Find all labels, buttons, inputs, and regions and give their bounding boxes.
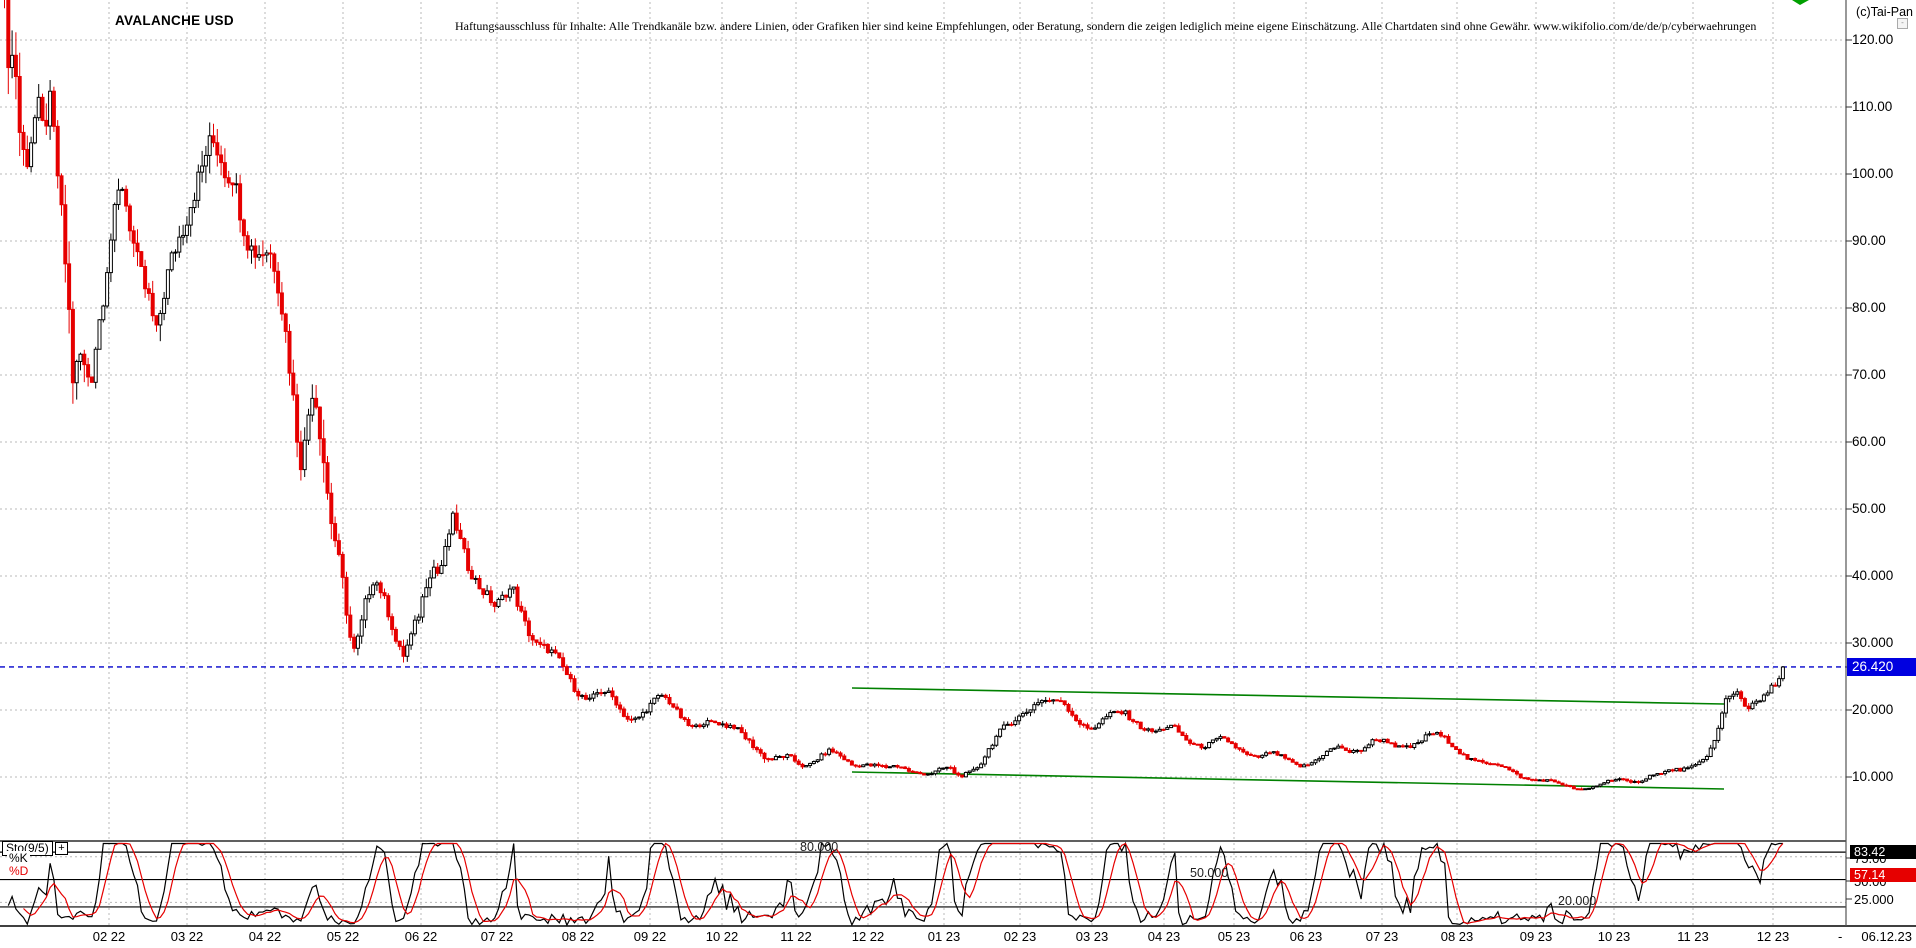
time-axis-dash: -: [1838, 929, 1843, 944]
price-tick-label: 10.000: [1852, 769, 1894, 784]
price-tick-label: 60.00: [1852, 434, 1886, 449]
green-marker-icon: [1792, 0, 1809, 5]
month-label: 09 23: [1519, 929, 1553, 944]
price-tick-label: 90.00: [1852, 233, 1886, 248]
sto-expand-icon[interactable]: +: [55, 842, 68, 855]
copyright-label: (c)Tai-Pan: [1856, 5, 1913, 19]
sto-level-label: 20.000: [1558, 894, 1597, 908]
month-label: 12 23: [1756, 929, 1790, 944]
month-label: 11 23: [1677, 929, 1709, 944]
price-tick-label: 80.00: [1852, 300, 1886, 315]
month-label: 10 23: [1597, 929, 1631, 944]
month-label: 12 22: [851, 929, 885, 944]
month-label: 08 22: [561, 929, 595, 944]
month-label: 03 23: [1075, 929, 1109, 944]
sto-d-line: [23, 842, 1784, 925]
price-tick-label: 40.000: [1852, 568, 1894, 583]
sto-k-value-badge: 83.42: [1850, 845, 1916, 859]
price-tick-label: 120.00: [1852, 32, 1894, 47]
month-label: 07 22: [480, 929, 514, 944]
sto-k-legend: %K: [7, 851, 30, 865]
month-label: 06 22: [404, 929, 438, 944]
price-tick-label: 100.00: [1852, 166, 1894, 181]
month-label: 07 23: [1365, 929, 1399, 944]
current-price-badge: 26.420: [1847, 657, 1916, 676]
price-tick-label: 30.000: [1852, 635, 1894, 650]
page-title: AVALANCHE USD: [115, 13, 234, 28]
month-label: 04 22: [248, 929, 282, 944]
month-label: 08 23: [1440, 929, 1474, 944]
month-label: 09 22: [633, 929, 667, 944]
month-label: 05 23: [1217, 929, 1251, 944]
month-label: 06 23: [1289, 929, 1323, 944]
month-label: 02 22: [92, 929, 126, 944]
price-tick-label: 70.00: [1852, 367, 1886, 382]
month-label: 10 22: [705, 929, 739, 944]
window-minimize-icon[interactable]: -: [1897, 18, 1908, 29]
sto-d-value-badge: 57.14: [1850, 868, 1916, 882]
disclaimer-text: Haftungsausschluss für Inhalte: Alle Tre…: [455, 19, 1757, 33]
month-label: 03 22: [170, 929, 204, 944]
sto-level-label: 80.000: [800, 840, 839, 854]
price-tick-label: 20.000: [1852, 702, 1894, 717]
sto-level-label: 50.000: [1190, 866, 1229, 880]
candlestick-chart-canvas: [0, 0, 1916, 927]
month-label: 05 22: [326, 929, 360, 944]
sto-d-legend: %D: [7, 864, 31, 878]
last-date-label: 06.12.23: [1861, 929, 1912, 944]
month-label: 01 23: [927, 929, 961, 944]
month-label: 02 23: [1003, 929, 1037, 944]
month-label: 11 22: [780, 929, 812, 944]
sto-tick-label: 25.000: [1854, 892, 1894, 907]
price-tick-label: 50.00: [1852, 501, 1886, 516]
chart-window: AVALANCHE USD Haftungsausschluss für Inh…: [0, 0, 1916, 948]
price-tick-label: 110.00: [1852, 99, 1893, 114]
month-label: 04 23: [1147, 929, 1181, 944]
sto-k-line: [7, 841, 1783, 927]
